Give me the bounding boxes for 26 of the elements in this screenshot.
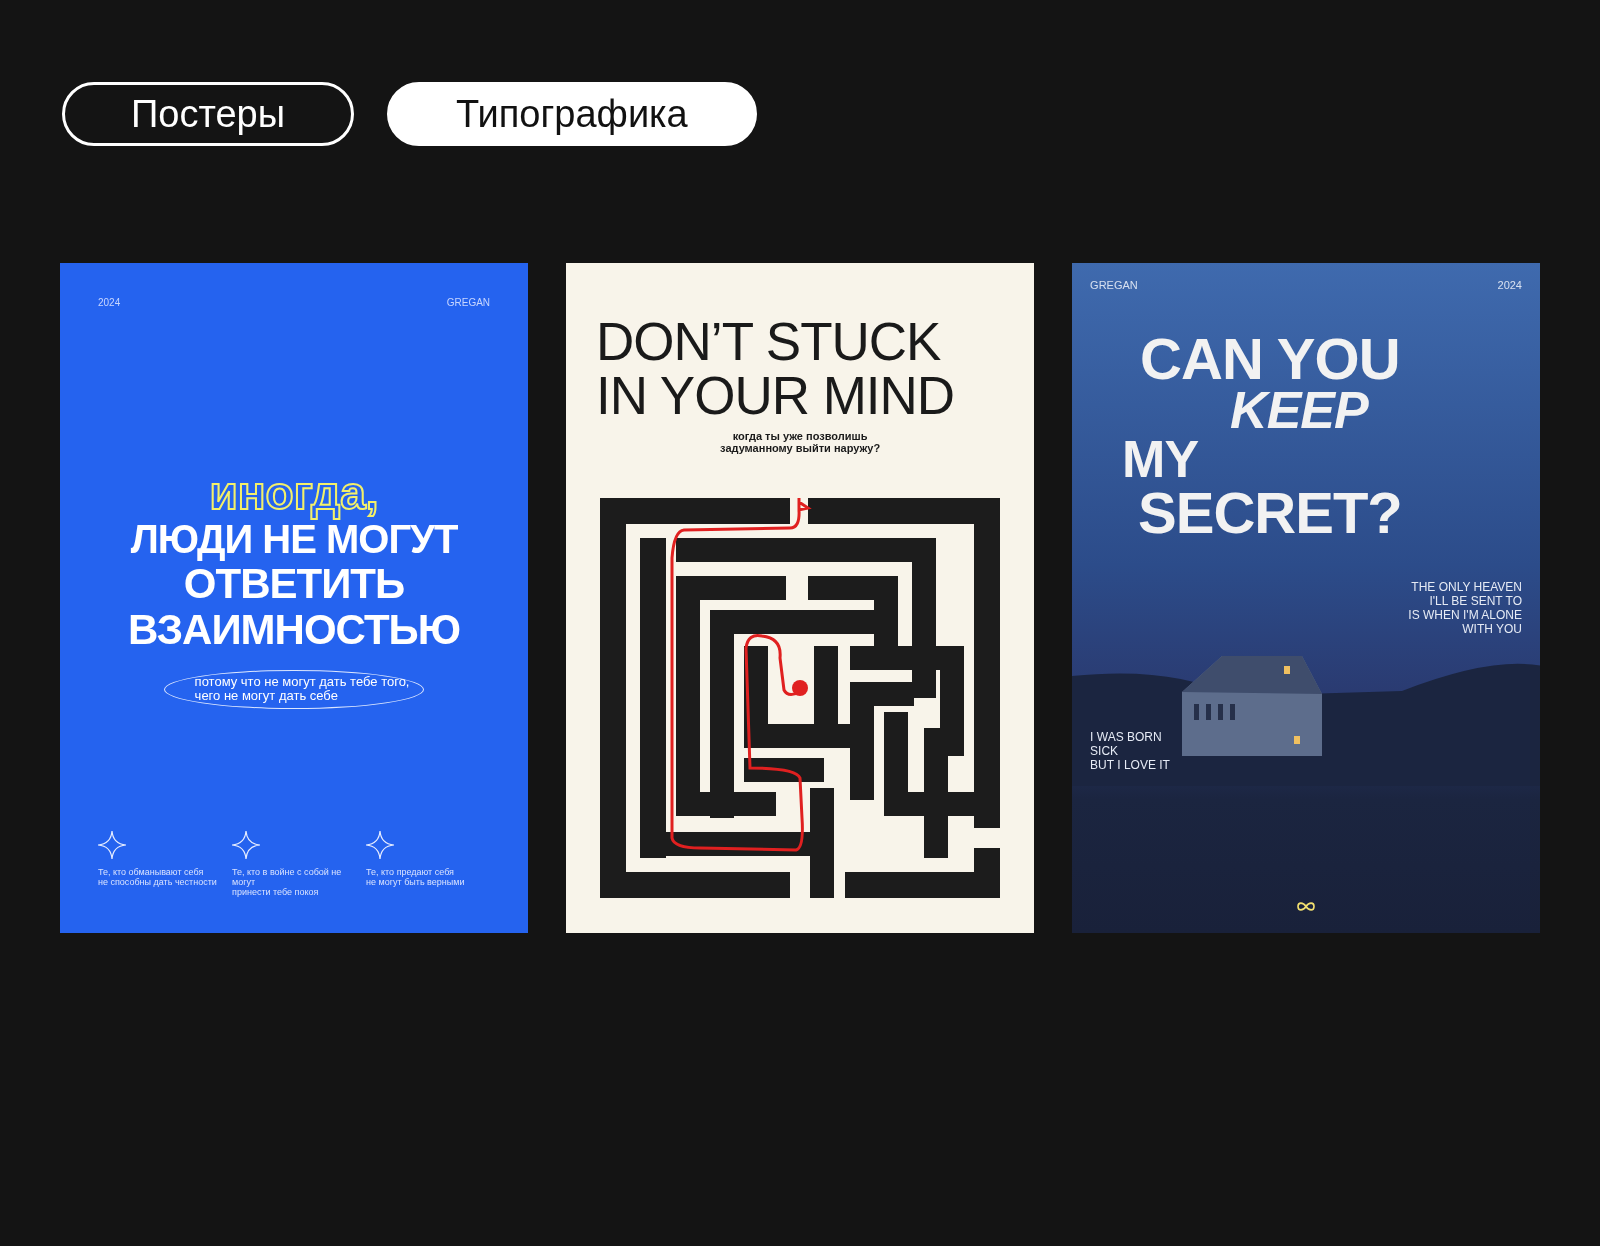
category-tab[interactable]: Типографика <box>387 82 757 146</box>
sparkle-icon <box>98 831 126 859</box>
poster-note: Те, кто обманывают себя не способны дать честности <box>98 867 217 887</box>
category-tab[interactable]: Постеры <box>62 82 354 146</box>
poster-card[interactable]: DON’T STUCK IN YOUR MIND когда ты уже позволишь задуманному выйти наружу? <box>566 263 1035 933</box>
author-label: GREGAN <box>1090 279 1138 291</box>
poster-note: Те, кто предают себя не могут быть верными <box>366 867 465 887</box>
poster-headline: CAN YOU <box>1140 331 1401 387</box>
poster-subtitle: когда ты уже позволишь задуманному выйти наружу? <box>720 431 881 455</box>
poster-headline: KEEP <box>1230 386 1370 436</box>
year-label: 2024 <box>1497 279 1522 291</box>
sparkle-icon <box>366 831 395 859</box>
author-label: GREGAN <box>446 297 491 308</box>
poster-quote: I WAS BORN SICK BUT I LOVE IT <box>1090 729 1171 772</box>
poster-card[interactable]: GREGAN 2024 CAN YOU KEEP MY SECRET? THE ONLY HEAVEN I'LL BE SENT TO IS WHEN I'M ALONE WITH YOU I WAS BORN SICK BUT I LOVE IT <box>1072 263 1540 933</box>
poster-headline: ВЗАИМНОСТЬЮ <box>128 608 461 653</box>
infinity-icon <box>1297 902 1316 911</box>
poster-headline: MY <box>1122 435 1200 485</box>
poster-card[interactable] <box>60 263 529 933</box>
poster-headline: ОТВЕТИТЬ <box>183 562 405 607</box>
poster-note: Те, кто в войне с собой не могут принести тебе покоя <box>232 867 343 897</box>
poster-quote: THE ONLY HEAVEN I'LL BE SENT TO IS WHEN I'M ALONE WITH YOU <box>1408 579 1522 636</box>
sparkle-icon <box>232 831 261 859</box>
poster-title: DON’T STUCK IN YOUR MIND <box>596 315 956 424</box>
year-label: 2024 <box>98 297 121 308</box>
poster-headline: SECRET? <box>1138 484 1403 540</box>
